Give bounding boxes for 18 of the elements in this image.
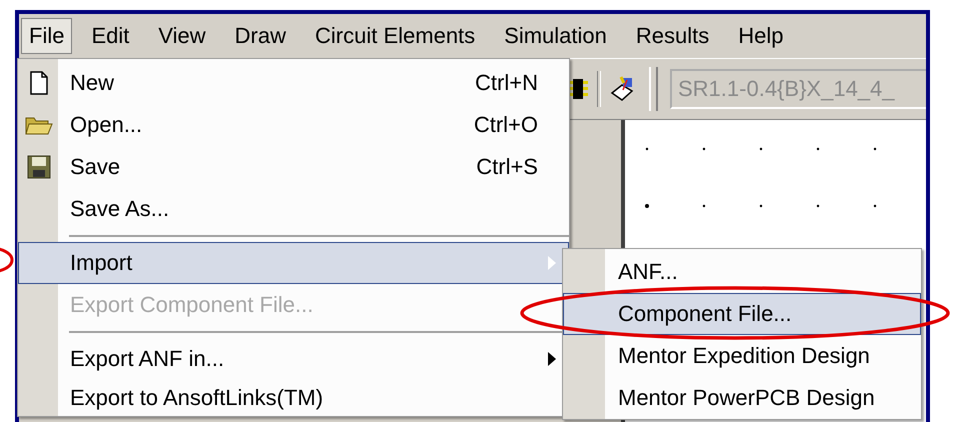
- menu-title[interactable]: Simulation: [496, 18, 615, 54]
- menu-item[interactable]: Open... Ctrl+O: [18, 104, 569, 146]
- menu-title[interactable]: View: [150, 18, 214, 54]
- menu-title[interactable]: File: [21, 18, 72, 54]
- menu-title[interactable]: Circuit Elements: [307, 18, 484, 54]
- menu-title[interactable]: Results: [628, 18, 718, 54]
- toolbar-grip[interactable]: [649, 67, 658, 111]
- menu-item[interactable]: Component File...: [563, 293, 921, 335]
- menu-title[interactable]: Draw: [226, 18, 294, 54]
- chip-icon[interactable]: [567, 77, 589, 101]
- menu-item[interactable]: Mentor PowerPCB Design: [563, 377, 921, 419]
- page-icon: [29, 71, 49, 95]
- menu-title[interactable]: Help: [730, 18, 792, 54]
- menu-item[interactable]: Import: [18, 242, 569, 284]
- menu-item[interactable]: Save As...: [18, 188, 569, 230]
- menu-title[interactable]: Edit: [83, 18, 138, 54]
- menu-item[interactable]: Save Ctrl+S: [18, 146, 569, 188]
- menu-item[interactable]: New Ctrl+N: [18, 62, 569, 104]
